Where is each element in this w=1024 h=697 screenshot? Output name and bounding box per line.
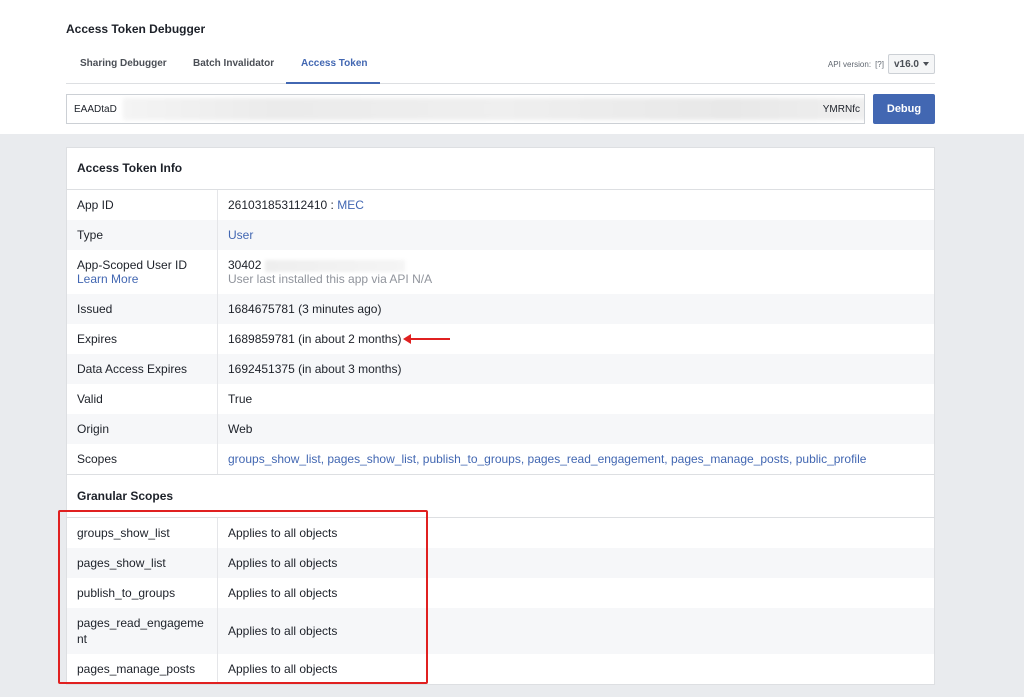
section-heading-info: Access Token Info: [67, 148, 934, 190]
granular-scope-name: pages_read_engageme nt: [67, 608, 218, 654]
granular-scope-applies: Applies to all objects: [228, 624, 338, 638]
api-version-select[interactable]: v16.0: [887, 54, 935, 74]
active-tab-indicator: [286, 82, 380, 84]
user-id-subtext: User last installed this app via API N/A: [228, 272, 433, 286]
access-token-input[interactable]: EAADtaD YMRNfc: [66, 94, 865, 124]
tab-sharing-debugger[interactable]: Sharing Debugger: [80, 58, 167, 69]
user-id-label: App-Scoped User ID: [77, 258, 188, 272]
app-name-link[interactable]: MEC: [337, 198, 364, 212]
token-start-text: EAADtaD: [74, 104, 117, 115]
token-end-text: YMRNfc: [822, 104, 860, 115]
granular-scope-applies: Applies to all objects: [228, 526, 338, 540]
row-value: 261031853112410 : MEC: [218, 190, 364, 220]
annotation-arrow-icon: [403, 334, 450, 344]
row-value: 1689859781 (in about 2 months): [218, 324, 628, 354]
api-version-value: v16.0: [893, 58, 919, 70]
info-row-issued: Issued 1684675781 (3 minutes ago): [67, 294, 934, 324]
granular-scope-name: publish_to_groups: [67, 578, 218, 608]
row-value: 1692451375 (in about 3 months): [228, 362, 402, 376]
granular-row: groups_show_list Applies to all objects: [67, 518, 934, 548]
row-label: App-Scoped User ID Learn More: [67, 250, 218, 294]
granular-row: pages_read_engageme nt Applies to all ob…: [67, 608, 934, 654]
granular-scope-applies: Applies to all objects: [228, 586, 338, 600]
row-value: 30402 User last installed this app via A…: [218, 250, 432, 294]
type-link[interactable]: User: [228, 228, 253, 242]
token-redacted-area: [123, 98, 864, 120]
page-title: Access Token Debugger: [66, 22, 206, 36]
granular-scope-name: pages_manage_posts: [67, 654, 218, 684]
info-row-user-id: App-Scoped User ID Learn More 30402 User…: [67, 250, 934, 294]
row-value: groups_show_list, pages_show_list, publi…: [218, 444, 866, 474]
row-label: Valid: [67, 384, 218, 414]
granular-row: pages_manage_posts Applies to all object…: [67, 654, 934, 684]
row-label: Type: [67, 220, 218, 250]
row-label: Origin: [67, 414, 218, 444]
header-area: Access Token Debugger Sharing Debugger B…: [0, 0, 1024, 134]
api-help-link[interactable]: [?]: [875, 60, 884, 69]
row-value: True: [228, 392, 253, 406]
access-token-info-panel: Access Token Info App ID 261031853112410…: [66, 147, 935, 685]
row-label: Data Access Expires: [67, 354, 218, 384]
row-label: Expires: [67, 324, 218, 354]
granular-scope-name: pages_show_list: [67, 548, 218, 578]
user-id-value: 30402: [228, 258, 262, 272]
chevron-down-icon: [923, 62, 929, 66]
info-row-expires: Expires 1689859781 (in about 2 months): [67, 324, 934, 354]
info-row-scopes: Scopes groups_show_list, pages_show_list…: [67, 444, 934, 474]
app-id-value: 261031853112410 :: [228, 198, 338, 212]
granular-row: pages_show_list Applies to all objects: [67, 548, 934, 578]
row-value: 1684675781 (3 minutes ago): [228, 302, 382, 316]
row-value: Web: [228, 422, 253, 436]
info-row-type: Type User: [67, 220, 934, 250]
row-label: Scopes: [67, 444, 218, 474]
api-version-label: API version:: [827, 59, 872, 69]
learn-more-link[interactable]: Learn More: [77, 272, 217, 286]
tab-batch-invalidator[interactable]: Batch Invalidator: [193, 58, 274, 69]
tab-bar: Sharing Debugger Batch Invalidator Acces…: [66, 50, 935, 84]
section-heading-granular: Granular Scopes: [67, 474, 934, 518]
info-row-valid: Valid True: [67, 384, 934, 414]
tab-access-token[interactable]: Access Token: [301, 58, 368, 69]
row-label: Issued: [67, 294, 218, 324]
info-row-origin: Origin Web: [67, 414, 934, 444]
api-version-control: API version: [?] v16.0: [828, 54, 935, 74]
info-row-data-access: Data Access Expires 1692451375 (in about…: [67, 354, 934, 384]
debug-button[interactable]: Debug: [873, 94, 935, 124]
info-row-app-id: App ID 261031853112410 : MEC: [67, 190, 934, 220]
granular-scope-name: groups_show_list: [67, 518, 218, 548]
granular-row: publish_to_groups Applies to all objects: [67, 578, 934, 608]
granular-scope-applies: Applies to all objects: [228, 556, 338, 570]
scopes-links[interactable]: groups_show_list, pages_show_list, publi…: [228, 452, 866, 466]
redacted-area: [265, 259, 406, 272]
granular-scope-applies: Applies to all objects: [228, 662, 338, 676]
row-label: App ID: [67, 190, 218, 220]
row-value: User: [218, 220, 253, 250]
